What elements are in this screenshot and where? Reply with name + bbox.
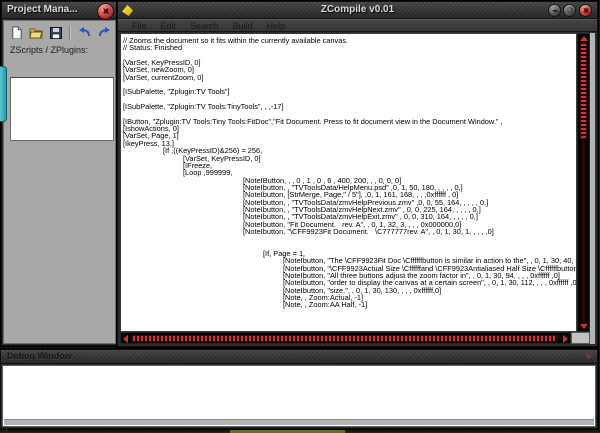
zscripts-list-box[interactable] <box>10 77 114 141</box>
debug-horizontal-scrollbar[interactable] <box>4 419 594 425</box>
project-manager-window: Project Mana... × ZScripts / ZPlugins: <box>1 1 118 346</box>
minimize-icon[interactable]: − <box>548 4 561 17</box>
menubar: File Edit Search Build Help <box>118 19 597 32</box>
scroll-up-icon[interactable] <box>580 36 588 41</box>
vertical-scroll-thumb[interactable] <box>580 43 587 139</box>
save-button[interactable] <box>48 25 65 40</box>
close-icon[interactable]: × <box>97 3 114 20</box>
project-manager-title: Project Mana... <box>7 4 78 15</box>
horizontal-scrollbar[interactable] <box>120 332 571 344</box>
maximize-icon[interactable]: □ <box>563 4 576 17</box>
code-editor[interactable]: // Zooms the document so it fits within … <box>120 33 577 332</box>
open-button[interactable] <box>28 25 45 40</box>
close-glyph: × <box>582 5 589 15</box>
undo-icon <box>78 27 91 38</box>
zcompile-titlebar[interactable]: ZCompile v0.01 − □ × <box>118 2 597 19</box>
open-folder-icon <box>29 27 43 39</box>
project-toolbar <box>4 21 115 42</box>
vertical-scrollbar[interactable] <box>577 33 590 332</box>
menu-file[interactable]: File <box>132 20 147 32</box>
close-icon[interactable]: × <box>584 352 593 361</box>
debug-window: Debug Window × <box>0 349 598 429</box>
scrollbar-corner <box>571 332 590 344</box>
minimize-glyph: − <box>552 6 557 15</box>
scroll-right-icon[interactable] <box>563 335 568 343</box>
zscript-diamond-icon <box>122 5 133 16</box>
save-icon <box>49 26 62 39</box>
new-document-button[interactable] <box>8 25 25 40</box>
scroll-left-icon[interactable] <box>123 335 128 343</box>
zscripts-zplugins-label: ZScripts / ZPlugins: <box>10 45 89 55</box>
project-manager-body: ZScripts / ZPlugins: <box>3 20 116 344</box>
toolbar-separator <box>69 26 72 39</box>
new-document-icon <box>10 26 23 39</box>
debug-window-title: Debug Window <box>7 351 72 361</box>
close-glyph: × <box>585 351 592 361</box>
menu-help[interactable]: Help <box>267 20 286 32</box>
debug-titlebar[interactable]: Debug Window × <box>1 350 597 364</box>
window-right-gutter <box>590 33 595 344</box>
collapsed-panel-handle[interactable] <box>0 66 7 122</box>
scroll-down-icon[interactable] <box>580 324 588 329</box>
menu-edit[interactable]: Edit <box>161 20 177 32</box>
editor-region: // Zooms the document so it fits within … <box>120 33 595 344</box>
project-manager-titlebar[interactable]: Project Mana... × <box>2 2 117 20</box>
zcompile-window: ZCompile v0.01 − □ × File Edit Search Bu… <box>117 1 598 347</box>
close-icon[interactable]: × <box>579 4 592 17</box>
vertical-scroll-track-line <box>582 141 585 321</box>
redo-button[interactable] <box>96 25 113 40</box>
debug-output-area[interactable] <box>2 365 596 427</box>
redo-icon <box>98 27 111 38</box>
zcompile-title: ZCompile v0.01 <box>320 4 395 15</box>
menu-search[interactable]: Search <box>190 20 219 32</box>
horizontal-scroll-thumb[interactable] <box>132 335 558 342</box>
undo-button[interactable] <box>76 25 93 40</box>
menu-build[interactable]: Build <box>233 20 253 32</box>
maximize-glyph: □ <box>567 7 572 14</box>
close-glyph: × <box>102 6 109 17</box>
